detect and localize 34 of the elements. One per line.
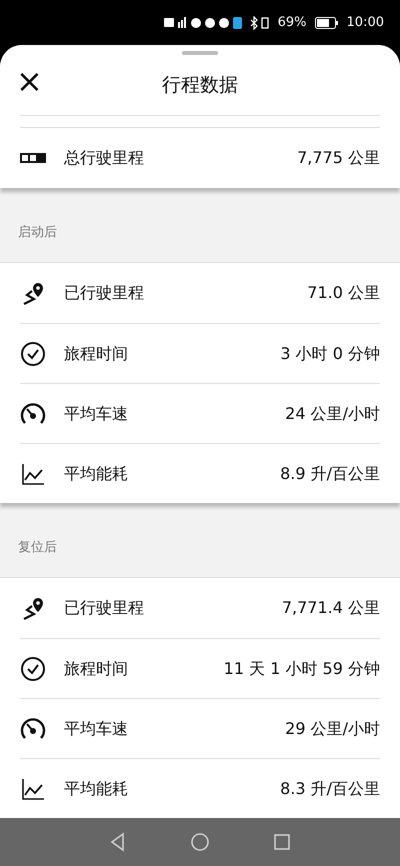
row-label: 已行驶里程	[64, 282, 144, 304]
row-label: 总行驶里程	[64, 147, 144, 169]
recents-icon[interactable]	[272, 832, 292, 852]
clock-icon	[20, 340, 46, 366]
signal-icon	[178, 17, 187, 28]
row-label: 旅程时间	[64, 342, 128, 364]
speedometer-icon	[20, 400, 46, 426]
speedometer-icon	[20, 716, 46, 742]
section-heading: 启动后	[18, 224, 57, 242]
clock-time: 10:00	[346, 14, 384, 32]
row-value: 29 公里/小时	[285, 718, 380, 740]
clock-icon	[20, 656, 46, 682]
row-label: 平均能耗	[64, 462, 128, 484]
row-value: 7,775 公里	[297, 147, 380, 169]
drag-handle[interactable]	[182, 51, 218, 55]
row-label: 旅程时间	[64, 658, 128, 680]
row-value: 8.3 升/百公里	[280, 778, 380, 800]
page-title: 行程数据	[162, 72, 238, 98]
row-value: 11 天 1 小时 59 分钟	[224, 658, 380, 680]
row-value: 71.0 公里	[307, 282, 380, 304]
row-value: 8.9 升/百公里	[280, 462, 380, 484]
row-label: 平均车速	[64, 402, 128, 424]
battery-percent: 69%	[278, 14, 307, 32]
battery-icon	[314, 16, 339, 28]
row-value: 3 小时 0 分钟	[280, 342, 380, 364]
row-label: 平均车速	[64, 718, 128, 740]
bluetooth-vibrate-icon	[250, 16, 270, 30]
row-label: 平均能耗	[64, 778, 128, 800]
home-icon[interactable]	[190, 832, 210, 852]
close-button[interactable]: ×	[12, 65, 47, 97]
row-label: 已行驶里程	[64, 597, 144, 619]
row-value: 7,771.4 公里	[282, 597, 380, 619]
row-value: 24 公里/小时	[285, 402, 380, 424]
section-heading: 复位后	[18, 539, 57, 558]
